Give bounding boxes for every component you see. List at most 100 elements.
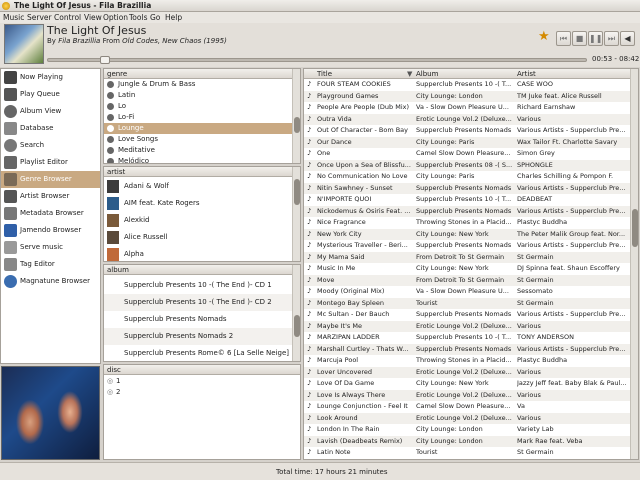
table-row[interactable]: ♪ Look Around Erotic Lounge Vol.2 (Deluxe.… [304, 412, 630, 424]
stop-button[interactable]: ■ [572, 31, 587, 46]
table-row[interactable]: ♪ Lover Uncovered Erotic Lounge Vol.2 (Del… [304, 366, 630, 378]
sidebar-item-play-queue[interactable]: Play Queue [1, 86, 100, 103]
table-row[interactable]: ♪ Lounge Conjunction - Feel It Camel Slow … [304, 401, 630, 413]
table-row[interactable]: ♪ Move From Detroit To St Germain St Germai… [304, 274, 630, 286]
list-item[interactable]: Lo-Fi [104, 112, 293, 123]
genre-header[interactable]: genre [104, 69, 300, 79]
scrollbar-thumb[interactable] [294, 117, 300, 133]
list-item[interactable]: ◎ 1 [104, 376, 300, 387]
sidebar-item-artist-browser[interactable]: Artist Browser [1, 188, 100, 205]
sidebar-item-playlist-editor[interactable]: Playlist Editor [1, 154, 100, 171]
table-row[interactable]: ♪ Mysterious Traveller - Beri... Supperclu… [304, 240, 630, 252]
artist-header[interactable]: artist [104, 167, 300, 177]
scrollbar-thumb[interactable] [294, 179, 300, 205]
track-scrollbar[interactable] [630, 69, 638, 459]
list-item[interactable]: Adani & Wolf [104, 178, 293, 195]
table-row[interactable]: ♪ New York City City Lounge: New York The P… [304, 228, 630, 240]
list-item[interactable]: AIM feat. Kate Rogers [104, 195, 293, 212]
menu-go[interactable]: Go [150, 13, 160, 22]
list-item[interactable]: Jungle & Drum & Bass [104, 79, 293, 90]
artist-scrollbar[interactable] [292, 167, 300, 261]
scrollbar-thumb[interactable] [632, 209, 638, 247]
list-item[interactable]: ◎ 2 [104, 387, 300, 398]
table-row[interactable]: ♪ Moody (Original Mix) Va - Slow Down Plea… [304, 286, 630, 298]
sidebar-item-genre-browser[interactable]: Genre Browser [1, 171, 100, 188]
menu-help[interactable]: Help [165, 13, 182, 22]
table-row[interactable]: ♪ Love Of Da Game City Lounge: New York Jaz… [304, 378, 630, 390]
previous-button[interactable]: ⏮ [556, 31, 571, 46]
column-title[interactable]: Title [317, 69, 332, 79]
table-row[interactable]: ♪ FOUR STEAM COOKIES Supperclub Presents 1… [304, 79, 630, 91]
list-item[interactable]: Meditative [104, 145, 293, 156]
sidebar-item-serve-music[interactable]: Serve music [1, 239, 100, 256]
table-row[interactable]: ♪ No Communication No Love City Lounge: Pa… [304, 171, 630, 183]
menu-control[interactable]: Control [54, 13, 81, 22]
scrollbar-thumb[interactable] [294, 315, 300, 337]
album-header[interactable]: album [104, 265, 300, 275]
sidebar-item-now-playing[interactable]: Now Playing [1, 69, 100, 86]
seek-handle[interactable] [100, 56, 110, 64]
sidebar-item-jamendo-browser[interactable]: Jamendo Browser [1, 222, 100, 239]
favorite-star-icon[interactable]: ★ [538, 30, 552, 44]
table-row[interactable]: ♪ Outra Vida Erotic Lounge Vol.2 (Deluxe..… [304, 113, 630, 125]
disc-header[interactable]: disc [104, 365, 300, 375]
list-item[interactable]: Alice Russell [104, 229, 293, 246]
sidebar-item-magnatune-browser[interactable]: Magnatune Browser [1, 273, 100, 290]
table-row[interactable]: ♪ Mc Sultan - Der Bauch Supperclub Present… [304, 309, 630, 321]
list-item[interactable]: Latin [104, 90, 293, 101]
sidebar-item-metadata-browser[interactable]: Metadata Browser [1, 205, 100, 222]
table-row[interactable]: ♪ Nice Fragrance Throwing Stones in a Plac… [304, 217, 630, 229]
track-artist: Various [517, 114, 541, 123]
table-row[interactable]: ♪ Marshall Curtley - Thats W... Supperclub… [304, 343, 630, 355]
table-row[interactable]: ♪ Latin Note Tourist St Germain [304, 447, 630, 459]
table-row[interactable]: ♪ Montego Bay Spleen Tourist St Germain [304, 297, 630, 309]
menu-tools[interactable]: Tools [129, 13, 147, 22]
list-item[interactable]: Melódico [104, 156, 293, 163]
table-row[interactable]: ♪ Out Of Character - Bom Bay Supperclub Pr… [304, 125, 630, 137]
list-item[interactable]: Supperclub Presents Rome© 6 [La Selle Ne… [104, 345, 293, 361]
table-row[interactable]: ♪ Once Upon a Sea of Blissfu... Supperclub… [304, 159, 630, 171]
table-row[interactable]: ♪ Nitin Sawhney - Sunset Supperclub Presen… [304, 182, 630, 194]
table-row[interactable]: ♪ Nickodemus & Osiris Feat. ... Supperclub… [304, 205, 630, 217]
list-item[interactable]: Supperclub Presents Nomads 2 [104, 328, 293, 345]
sidebar-item-search[interactable]: Search [1, 137, 100, 154]
list-item[interactable]: Alpha [104, 246, 293, 261]
sidebar-item-album-view[interactable]: Album View [1, 103, 100, 120]
menu-server[interactable]: Server [27, 13, 52, 22]
table-row[interactable]: ♪ Playground Games City Lounge: London TM J… [304, 90, 630, 102]
table-row[interactable]: ♪ My Mama Said From Detroit To St Germain S… [304, 251, 630, 263]
sidebar-item-database[interactable]: Database [1, 120, 100, 137]
table-row[interactable]: ♪ Maybe It's Me Erotic Lounge Vol.2 (Delux… [304, 320, 630, 332]
seek-bar[interactable] [47, 58, 587, 62]
list-item[interactable]: Supperclub Presents 10 -( The End )- CD … [104, 294, 293, 311]
track-artist: Various [517, 367, 541, 376]
sidebar-item-tag-editor[interactable]: Tag Editor [1, 256, 100, 273]
table-row[interactable]: ♪ One Camel Slow Down Pleasure... Simon Gre… [304, 148, 630, 160]
volume-button[interactable]: ◀ [620, 31, 635, 46]
table-row[interactable]: ♪ N'IMPORTE QUOI Supperclub Presents 10 -(… [304, 194, 630, 206]
table-row[interactable]: ♪ Music In Me City Lounge: New York DJ Spin… [304, 263, 630, 275]
table-row[interactable]: ♪ MARZIPAN LADDER Supperclub Presents 10 -… [304, 332, 630, 344]
list-item[interactable]: Supperclub Presents 10 -( The End )- CD … [104, 277, 293, 294]
table-row[interactable]: ♪ Marcuja Pool Throwing Stones in a Placid… [304, 355, 630, 367]
menu-music[interactable]: Music [3, 13, 24, 22]
menu-view[interactable]: View [84, 13, 102, 22]
list-item[interactable]: Lo [104, 101, 293, 112]
table-row[interactable]: ♪ People Are People (Dub Mix) Va - Slow Do… [304, 102, 630, 114]
album-scrollbar[interactable] [292, 265, 300, 361]
menu-option[interactable]: Option [103, 13, 128, 22]
list-item[interactable]: Alexkid [104, 212, 293, 229]
next-button[interactable]: ⏭ [604, 31, 619, 46]
table-row[interactable]: ♪ London In The Rain City Lounge: London Va… [304, 424, 630, 436]
column-album[interactable]: Album [416, 69, 438, 79]
list-item-selected[interactable]: Lounge [104, 123, 293, 134]
genre-scrollbar[interactable] [292, 69, 300, 163]
list-item[interactable]: Supperclub Presents Nomads [104, 311, 293, 328]
list-item[interactable]: Love Songs [104, 134, 293, 145]
column-artist[interactable]: Artist [517, 69, 536, 79]
table-row[interactable]: ♪ Lavish (Deadbeats Remix) City Lounge: Lo… [304, 435, 630, 447]
table-row[interactable]: ♪LATIN FUSIONSupperclub Presents 10 -( T… [304, 458, 630, 459]
pause-button[interactable]: ❚❚ [588, 31, 603, 46]
table-row[interactable]: ♪ Love Is Always There Erotic Lounge Vol.2… [304, 389, 630, 401]
table-row[interactable]: ♪ Our Dance City Lounge: Paris Wax Tailor F… [304, 136, 630, 148]
